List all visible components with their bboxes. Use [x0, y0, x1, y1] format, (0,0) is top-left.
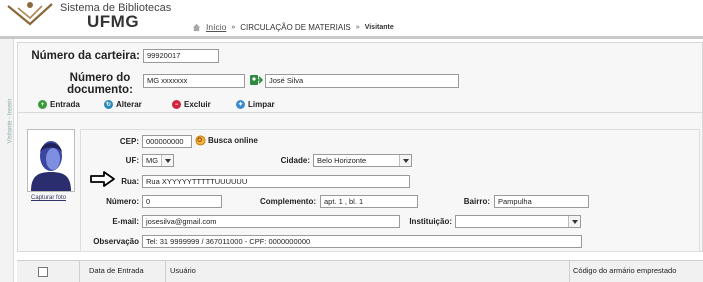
- plus-icon: +: [38, 100, 47, 109]
- search-person-icon[interactable]: [249, 73, 264, 87]
- broom-icon: ✦: [236, 100, 245, 109]
- column-header-usuario[interactable]: Usuário: [170, 266, 196, 275]
- card-number-field[interactable]: 99920017: [143, 49, 219, 63]
- column-header-codigo-armario[interactable]: Código do armário emprestado: [573, 266, 676, 275]
- email-label: E-mail:: [112, 217, 139, 226]
- side-label: Visitante - Inserir: [7, 98, 14, 144]
- home-icon: [192, 23, 201, 31]
- person-silhouette-icon: [28, 130, 74, 191]
- uf-label: UF:: [125, 156, 139, 165]
- breadcrumb: Início » CIRCULAÇÃO DE MATERIAIS » Visit…: [192, 22, 394, 32]
- column-divider: [165, 260, 166, 282]
- bairro-field[interactable]: Pampulha: [494, 195, 589, 208]
- minus-icon: −: [172, 100, 181, 109]
- alterar-button[interactable]: ↻ Alterar: [104, 100, 142, 109]
- email-field[interactable]: josesilva@gmail.com: [142, 215, 400, 228]
- document-name-field[interactable]: José Silva: [265, 74, 459, 88]
- rua-label: Rua:: [121, 177, 139, 186]
- instituicao-select[interactable]: [455, 215, 581, 228]
- bairro-label: Bairro:: [463, 197, 490, 206]
- system-subtitle: UFMG: [87, 12, 140, 31]
- rua-field[interactable]: Rua XYYYYYTTTTTUUUUUU: [142, 175, 410, 188]
- alterar-label: Alterar: [116, 100, 142, 109]
- chevron-down-icon: [568, 216, 580, 227]
- breadcrumb-home-link[interactable]: Início: [206, 22, 226, 32]
- complemento-label: Complemento:: [260, 197, 316, 206]
- entrada-label: Entrada: [50, 100, 80, 109]
- toolbar-divider: [17, 112, 703, 113]
- side-strip: [0, 39, 14, 282]
- entrada-button[interactable]: + Entrada: [38, 100, 80, 109]
- select-all-checkbox[interactable]: [38, 267, 48, 277]
- refresh-icon: ↻: [104, 100, 113, 109]
- ufmg-logo: [7, 2, 53, 26]
- observacao-label: Observação: [93, 237, 139, 246]
- limpar-button[interactable]: ✦ Limpar: [236, 100, 275, 109]
- globe-search-icon: [195, 135, 206, 146]
- uf-select[interactable]: MG: [142, 154, 174, 167]
- cidade-label: Cidade:: [280, 156, 310, 165]
- limpar-label: Limpar: [248, 100, 275, 109]
- complemento-field[interactable]: apt. 1 , bl. 1: [320, 195, 418, 208]
- card-number-label: Número da carteira:: [31, 50, 140, 62]
- breadcrumb-separator-icon: »: [231, 23, 236, 31]
- column-header-data-entrada[interactable]: Data de Entrada: [89, 266, 144, 275]
- excluir-button[interactable]: − Excluir: [172, 100, 211, 109]
- numero-field[interactable]: 0: [142, 195, 222, 208]
- document-number-label: Número do documento:: [67, 72, 133, 96]
- breadcrumb-item-current: Visitante: [364, 23, 394, 31]
- busca-online-label: Busca online: [208, 136, 258, 145]
- observacao-field[interactable]: Tel: 31 9999999 / 367011000 - CPF: 00000…: [142, 235, 582, 248]
- document-number-field[interactable]: MG xxxxxxx: [143, 74, 245, 88]
- column-divider: [569, 260, 570, 282]
- header-divider: [0, 36, 703, 39]
- capture-photo-link[interactable]: Capturar foto: [31, 195, 66, 201]
- breadcrumb-separator-icon: »: [355, 23, 360, 31]
- busca-online-button[interactable]: Busca online: [195, 135, 258, 146]
- uf-value: MG: [146, 156, 159, 165]
- breadcrumb-item-circulacao[interactable]: CIRCULAÇÃO DE MATERIAIS: [240, 23, 351, 32]
- excluir-label: Excluir: [184, 100, 211, 109]
- cep-field[interactable]: 000000000: [142, 135, 192, 148]
- chevron-down-icon: [161, 155, 173, 166]
- cidade-value: Belo Horizonte: [317, 156, 367, 165]
- instituicao-label: Instituição:: [409, 217, 452, 226]
- chevron-down-icon: [399, 155, 411, 166]
- numero-label: Número:: [106, 197, 139, 206]
- column-divider: [79, 260, 80, 282]
- cep-label: CEP:: [119, 137, 139, 146]
- visitor-photo: [27, 129, 75, 192]
- cidade-select[interactable]: Belo Horizonte: [313, 154, 412, 167]
